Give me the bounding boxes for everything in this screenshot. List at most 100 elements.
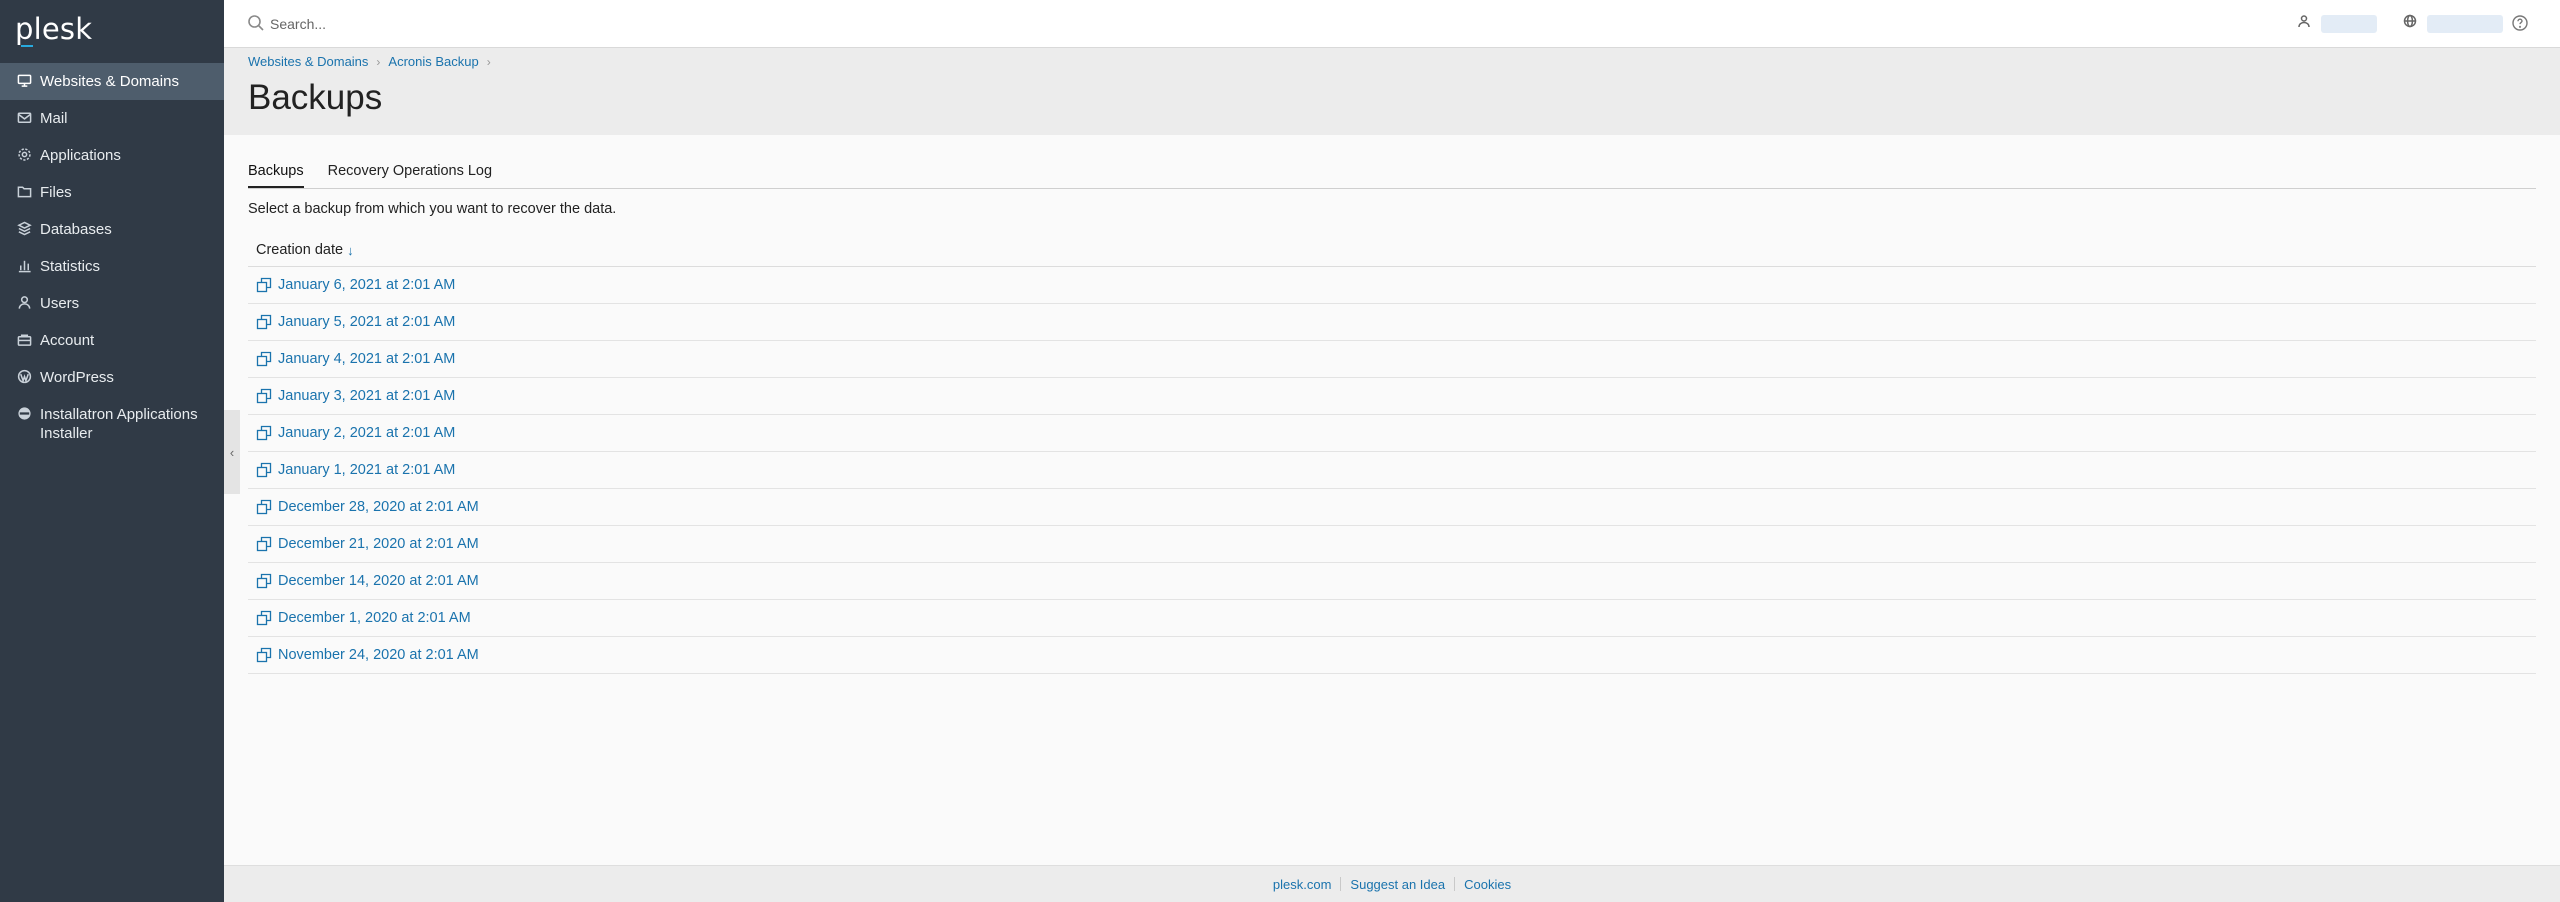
- backups-table: Creation date ↓ January 6, 2021 at 2:01 …: [248, 234, 2536, 674]
- sidebar-item-label: WordPress: [40, 369, 114, 386]
- sidebar-item-websites-domains[interactable]: Websites & Domains: [0, 63, 224, 100]
- table-row: January 5, 2021 at 2:01 AM: [248, 304, 2536, 341]
- subscription-name-redacted: [2427, 14, 2503, 33]
- footer-link-suggest-idea[interactable]: Suggest an Idea: [1350, 877, 1445, 892]
- backup-link[interactable]: January 5, 2021 at 2:01 AM: [278, 314, 455, 330]
- sidebar-item-account[interactable]: Account: [0, 322, 224, 359]
- sidebar-item-label: Users: [40, 295, 80, 312]
- table-header: Creation date ↓: [248, 234, 2536, 267]
- backup-link[interactable]: December 28, 2020 at 2:01 AM: [278, 499, 479, 515]
- user-icon: [16, 294, 33, 311]
- footer-divider: [1454, 877, 1456, 891]
- footer: plesk.com Suggest an Idea Cookies: [224, 865, 2560, 902]
- tab-recovery-operations-log[interactable]: Recovery Operations Log: [328, 157, 492, 188]
- installatron-icon: [16, 405, 33, 422]
- table-row: December 14, 2020 at 2:01 AM: [248, 563, 2536, 600]
- table-row: January 3, 2021 at 2:01 AM: [248, 378, 2536, 415]
- footer-divider: [1340, 877, 1342, 891]
- database-icon: [16, 220, 33, 237]
- subscription-menu[interactable]: [2403, 14, 2503, 33]
- backup-link[interactable]: December 1, 2020 at 2:01 AM: [278, 610, 471, 626]
- sidebar: plesk Websites & Domains Mail Applicatio…: [0, 0, 224, 902]
- sidebar-item-label: Installatron Applications Installer: [40, 406, 198, 442]
- chevron-right-icon: ›: [376, 54, 381, 69]
- sidebar-item-label: Websites & Domains: [40, 73, 179, 90]
- backup-icon: [256, 573, 272, 589]
- breadcrumb: Websites & Domains › Acronis Backup ›: [248, 54, 499, 69]
- backup-icon: [256, 499, 272, 515]
- user-icon: [2297, 14, 2311, 33]
- breadcrumb-acronis-backup[interactable]: Acronis Backup: [388, 54, 478, 69]
- table-row: January 2, 2021 at 2:01 AM: [248, 415, 2536, 452]
- sidebar-nav: Websites & Domains Mail Applications Fil…: [0, 63, 224, 452]
- monitor-icon: [16, 72, 33, 89]
- breadcrumb-websites-domains[interactable]: Websites & Domains: [248, 54, 368, 69]
- tab-backups[interactable]: Backups: [248, 157, 304, 188]
- chevron-right-icon: ›: [486, 54, 491, 69]
- backup-link[interactable]: November 24, 2020 at 2:01 AM: [278, 647, 479, 663]
- table-row: December 1, 2020 at 2:01 AM: [248, 600, 2536, 637]
- sidebar-item-statistics[interactable]: Statistics: [0, 248, 224, 285]
- mail-icon: [16, 109, 33, 126]
- backup-link[interactable]: January 3, 2021 at 2:01 AM: [278, 388, 455, 404]
- sort-desc-icon[interactable]: ↓: [347, 243, 354, 258]
- table-row: December 21, 2020 at 2:01 AM: [248, 526, 2536, 563]
- tabs: Backups Recovery Operations Log: [248, 157, 2536, 189]
- logo-accent: [21, 45, 33, 47]
- search-icon: [247, 14, 265, 32]
- backup-icon: [256, 277, 272, 293]
- sidebar-item-wordpress[interactable]: WordPress: [0, 359, 224, 396]
- backup-link[interactable]: December 14, 2020 at 2:01 AM: [278, 573, 479, 589]
- search-input[interactable]: [270, 10, 870, 38]
- sidebar-item-label: Files: [40, 184, 72, 201]
- backup-link[interactable]: January 2, 2021 at 2:01 AM: [278, 425, 455, 441]
- sidebar-item-installatron[interactable]: Installatron Applications Installer: [0, 396, 224, 452]
- backup-icon: [256, 647, 272, 663]
- help-button[interactable]: [2511, 14, 2529, 32]
- sidebar-item-databases[interactable]: Databases: [0, 211, 224, 248]
- bar-chart-icon: [16, 257, 33, 274]
- wordpress-icon: [16, 368, 33, 385]
- backup-icon: [256, 388, 272, 404]
- backup-link[interactable]: January 4, 2021 at 2:01 AM: [278, 351, 455, 367]
- sidebar-item-label: Statistics: [40, 258, 101, 275]
- sidebar-item-label: Account: [40, 332, 95, 349]
- intro-text: Select a backup from which you want to r…: [248, 201, 617, 217]
- gear-icon: [16, 146, 33, 163]
- sidebar-item-users[interactable]: Users: [0, 285, 224, 322]
- folder-icon: [16, 183, 33, 200]
- table-row: November 24, 2020 at 2:01 AM: [248, 637, 2536, 674]
- help-icon: [2511, 15, 2529, 36]
- backup-icon: [256, 610, 272, 626]
- backup-icon: [256, 425, 272, 441]
- user-menu[interactable]: [2297, 14, 2377, 33]
- sidebar-item-mail[interactable]: Mail: [0, 100, 224, 137]
- table-row: January 1, 2021 at 2:01 AM: [248, 452, 2536, 489]
- account-icon: [16, 331, 33, 348]
- column-header-creation-date[interactable]: Creation date: [256, 242, 343, 258]
- user-name-redacted: [2321, 14, 2377, 33]
- backup-icon: [256, 536, 272, 552]
- backup-icon: [256, 351, 272, 367]
- table-row: January 4, 2021 at 2:01 AM: [248, 341, 2536, 378]
- footer-link-plesk[interactable]: plesk.com: [1273, 877, 1332, 892]
- sidebar-item-label: Applications: [40, 147, 121, 164]
- backup-link[interactable]: January 1, 2021 at 2:01 AM: [278, 462, 455, 478]
- main-content: Backups Recovery Operations Log Select a…: [224, 135, 2560, 865]
- backup-icon: [256, 462, 272, 478]
- sidebar-item-applications[interactable]: Applications: [0, 137, 224, 174]
- sidebar-item-label: Databases: [40, 221, 112, 238]
- topbar: [224, 0, 2560, 48]
- table-row: December 28, 2020 at 2:01 AM: [248, 489, 2536, 526]
- plesk-logo[interactable]: plesk: [15, 12, 92, 46]
- footer-link-cookies[interactable]: Cookies: [1464, 877, 1511, 892]
- table-row: January 6, 2021 at 2:01 AM: [248, 267, 2536, 304]
- backup-icon: [256, 314, 272, 330]
- sidebar-item-files[interactable]: Files: [0, 174, 224, 211]
- backup-link[interactable]: January 6, 2021 at 2:01 AM: [278, 277, 455, 293]
- sidebar-item-label: Mail: [40, 110, 68, 127]
- page-title: Backups: [248, 78, 383, 117]
- globe-icon: [2403, 14, 2417, 33]
- backup-link[interactable]: December 21, 2020 at 2:01 AM: [278, 536, 479, 552]
- page-header: Websites & Domains › Acronis Backup › Ba…: [224, 48, 2560, 135]
